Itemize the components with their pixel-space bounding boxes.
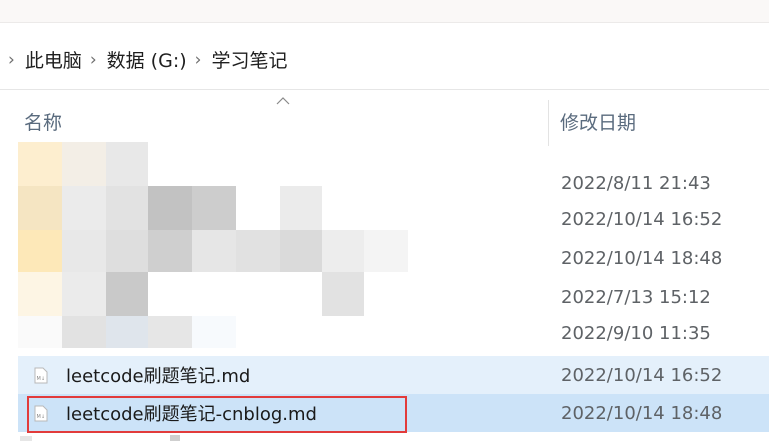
breadcrumb: › 此电脑 › 数据 (G:) › 学习笔记	[8, 46, 287, 73]
file-row[interactable]: 2022/7/13 15:12	[18, 278, 769, 316]
file-row[interactable]: 2022/10/14 16:52	[18, 200, 769, 238]
file-row-hover[interactable]: M↓ leetcode刷题笔记.md 2022/10/14 16:52	[18, 356, 769, 394]
column-header-name[interactable]: 名称	[24, 96, 548, 146]
file-row[interactable]: 2022/10/14 18:48	[18, 239, 769, 277]
date-modified: 2022/10/14 16:52	[561, 208, 723, 230]
file-name[interactable]: leetcode刷题笔记.md	[66, 362, 250, 388]
address-bar[interactable]: › 此电脑 › 数据 (G:) › 学习笔记	[0, 30, 769, 90]
column-divider[interactable]	[548, 100, 549, 146]
date-modified: 2022/8/11 21:43	[561, 172, 711, 194]
file-name[interactable]: leetcode刷题笔记-cnblog.md	[66, 400, 317, 426]
date-modified: 2022/10/14 18:48	[561, 402, 723, 424]
date-modified: 2022/10/14 16:52	[561, 364, 723, 386]
breadcrumb-item-drive-g[interactable]: 数据 (G:)	[107, 46, 187, 73]
breadcrumb-item-study-notes[interactable]: 学习笔记	[211, 46, 287, 73]
date-modified: 2022/10/14 18:48	[561, 247, 723, 269]
svg-text:M↓: M↓	[37, 376, 46, 382]
date-modified: 2022/7/13 15:12	[561, 286, 711, 308]
file-row-selected[interactable]: M↓ leetcode刷题笔记-cnblog.md 2022/10/14 18:…	[18, 394, 769, 432]
markdown-file-icon: M↓	[34, 405, 48, 422]
breadcrumb-separator: ›	[8, 49, 15, 70]
window-top-strip	[0, 0, 769, 23]
svg-text:M↓: M↓	[37, 414, 46, 420]
file-row[interactable]: 2022/9/10 11:35	[18, 314, 769, 352]
breadcrumb-item-this-pc[interactable]: 此电脑	[25, 46, 82, 73]
breadcrumb-separator: ›	[194, 49, 202, 70]
breadcrumb-separator: ›	[89, 49, 97, 70]
column-header-date-modified[interactable]: 修改日期	[560, 96, 769, 146]
partial-row-peek	[20, 435, 180, 441]
markdown-file-icon: M↓	[34, 367, 48, 384]
date-modified: 2022/9/10 11:35	[561, 322, 711, 344]
file-row[interactable]: 2022/8/11 21:43	[18, 164, 769, 202]
